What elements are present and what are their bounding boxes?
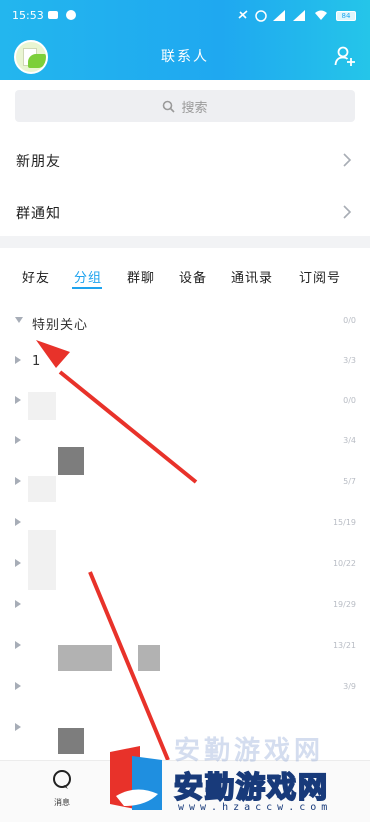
group-row[interactable]: 13/21 — [0, 627, 370, 667]
search-icon — [163, 100, 176, 113]
status-bar: 15:53 84 — [0, 0, 370, 30]
page-title: 联系人 — [161, 49, 209, 65]
search-input[interactable]: 搜索 — [15, 90, 355, 122]
censored-name — [84, 645, 112, 671]
contact-tabs: 好友 分组 群聊 设备 通讯录 订阅号 — [0, 258, 370, 294]
app-notification-icon — [66, 10, 76, 20]
caret-right-icon — [15, 682, 21, 690]
message-bubble-icon — [53, 770, 71, 789]
status-time: 15:53 — [12, 9, 44, 22]
caret-right-icon — [15, 477, 21, 485]
watermark: 安勤游戏网 安勤游戏网 www.hzaccw.com — [100, 728, 370, 822]
group-notice-label: 群通知 — [16, 206, 61, 222]
censored-name — [28, 476, 56, 502]
group-count: 5/7 — [343, 477, 356, 486]
active-tab-indicator — [72, 287, 102, 289]
group-row[interactable]: 3/9 — [0, 668, 370, 708]
group-count: 0/0 — [343, 396, 356, 405]
group-count: 19/29 — [332, 600, 356, 609]
messages-tab[interactable]: 消息 — [42, 769, 82, 813]
notification-icon — [48, 11, 58, 19]
alarm-icon — [255, 10, 267, 22]
caret-down-icon — [15, 317, 23, 323]
caret-right-icon — [15, 436, 21, 444]
group-name: 1 — [32, 354, 42, 369]
tab-friends[interactable]: 好友 — [22, 267, 50, 286]
watermark-logo-icon — [110, 746, 162, 810]
section-divider — [0, 236, 370, 248]
watermark-url: www.hzaccw.com — [178, 802, 333, 813]
group-count: 3/4 — [343, 436, 356, 445]
chevron-right-icon — [343, 205, 352, 219]
group-count: 3/3 — [343, 356, 356, 365]
tab-group-chats[interactable]: 群聊 — [127, 267, 155, 286]
tab-groups[interactable]: 分组 — [74, 267, 102, 286]
signal-icon — [273, 10, 285, 21]
group-count: 10/22 — [332, 559, 356, 568]
app-header: 15:53 84 联系人 — [0, 0, 370, 80]
tab-subscriptions[interactable]: 订阅号 — [299, 267, 341, 286]
group-count: 3/9 — [343, 682, 356, 691]
messages-tab-label: 消息 — [54, 798, 70, 807]
new-friends-label: 新朋友 — [16, 154, 61, 170]
caret-right-icon — [15, 600, 21, 608]
group-notice-row[interactable]: 群通知 — [0, 186, 370, 238]
caret-right-icon — [15, 518, 21, 526]
search-placeholder: 搜索 — [181, 100, 208, 116]
group-count: 0/0 — [343, 316, 356, 325]
caret-right-icon — [15, 723, 21, 731]
wifi-icon — [315, 10, 327, 20]
group-row[interactable]: 3/4 — [0, 422, 370, 462]
group-count: 15/19 — [332, 518, 356, 527]
group-name: 特别关心 — [32, 318, 89, 333]
caret-right-icon — [15, 396, 21, 404]
censored-name — [58, 447, 84, 475]
caret-right-icon — [15, 356, 21, 364]
tab-address-book[interactable]: 通讯录 — [231, 267, 273, 286]
new-friends-row[interactable]: 新朋友 — [0, 134, 370, 186]
censored-name — [58, 645, 84, 671]
watermark-ghost-text: 安勤游戏网 — [174, 736, 325, 766]
caret-right-icon — [15, 559, 21, 567]
group-row[interactable]: 19/29 — [0, 586, 370, 626]
chevron-right-icon — [343, 153, 352, 167]
censored-name — [28, 530, 56, 590]
group-row[interactable]: 1 3/3 — [0, 342, 370, 382]
signal-2-icon — [293, 10, 305, 21]
mute-icon — [238, 10, 248, 19]
group-count: 13/21 — [332, 641, 356, 650]
censored-name — [58, 728, 84, 754]
caret-right-icon — [15, 641, 21, 649]
add-contact-icon[interactable] — [334, 45, 356, 67]
tab-devices[interactable]: 设备 — [179, 267, 207, 286]
group-row[interactable]: 特别关心 0/0 — [0, 302, 370, 342]
watermark-text: 安勤游戏网 — [173, 769, 330, 805]
censored-name — [28, 392, 56, 420]
censored-name — [138, 645, 160, 671]
battery-icon: 84 — [336, 11, 356, 21]
